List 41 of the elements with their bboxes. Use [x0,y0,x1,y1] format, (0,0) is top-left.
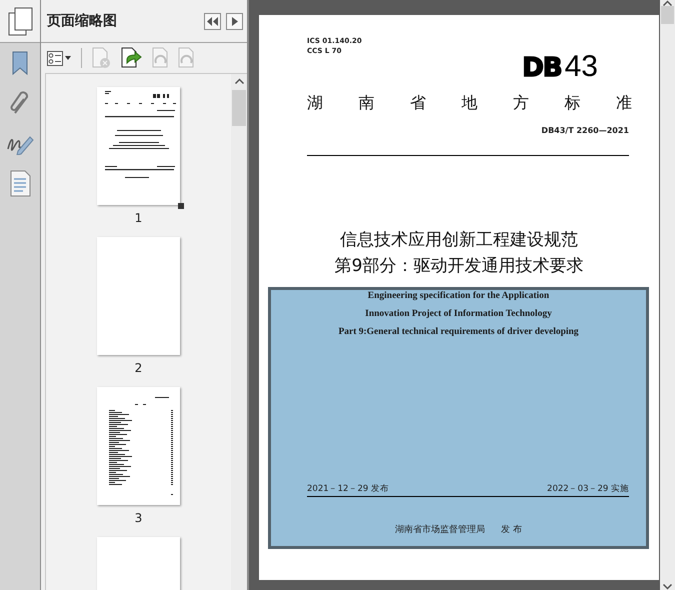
english-title: Part 9:General technical requirements of driver developing [338,326,579,338]
caret-icon [65,56,71,60]
issuer-name: 湖南省市场监督管理局 [395,524,486,536]
document-icon [10,170,30,196]
toolbar-button[interactable] [121,47,142,69]
right-arrow-icon [232,16,238,26]
standard-category: 湖南省地方标准 [307,93,629,114]
document-title: 第9部分：驱动开发通用技术要求 [334,255,584,277]
issuer-action: 发 布 [501,524,522,536]
logo-number: 43 [564,54,598,80]
page-rotate-icon [178,47,194,69]
page-arrow-icon [121,47,142,69]
resize-handle[interactable] [178,203,184,209]
page-delete-icon [92,47,111,69]
pages-icon [6,6,34,36]
toolbar-button[interactable] [47,50,71,66]
document-title: 信息技术应用创新工程建设规范 [340,229,578,251]
logo-mark: DB [522,55,562,81]
scroll-thumb[interactable] [661,6,674,24]
page-rotate-icon [152,47,168,69]
issue-date: 2021－12－29 发布 [307,483,389,495]
expand-button[interactable] [226,12,243,30]
page-number: 2 [134,361,142,375]
scrollbar[interactable] [660,0,675,590]
effective-date: 2022－03－29 实施 [547,483,629,495]
english-title: Engineering specification for the Application [368,290,550,302]
collapse-button[interactable] [204,12,221,30]
double-left-arrow-icon [207,16,218,26]
page-number: 3 [134,511,142,525]
english-title: Innovation Project of Information Technology [365,308,552,320]
list-options-icon [47,50,63,66]
page-number: 1 [134,211,142,225]
scrollbar[interactable] [231,74,247,590]
bookmark-icon [11,50,29,76]
page-thumbnail[interactable] [97,237,180,355]
sidebar-tab[interactable] [0,0,40,43]
page-thumbnail[interactable] [97,387,180,505]
standard-number: DB43/T 2260—2021 [541,126,629,135]
scroll-thumb[interactable] [232,90,246,126]
paperclip-icon [9,91,31,115]
panel-title: 页面缩略图 [47,12,118,30]
